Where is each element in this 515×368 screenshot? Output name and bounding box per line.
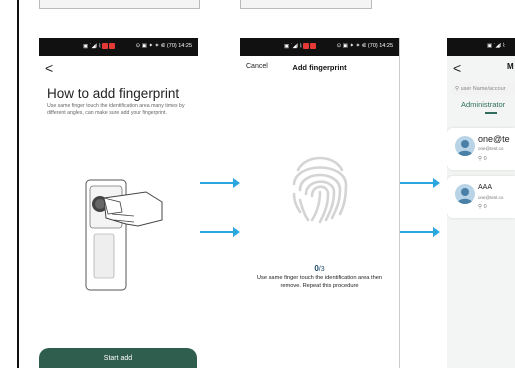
user-email: one@test.co [478,195,504,200]
status-bar: ▣ ˙◢l ⌇ ⊙ ▣ ✦ ✶ ⋐ (70) 14:25 [39,38,198,56]
tab-underline [485,112,497,114]
page-title-partial: M [507,62,514,71]
fingerprint-counter: 0/3 [240,264,399,273]
phone-screen-user-list: ▣ ˙◢l ⌇ < M ⚲ user Name/accour Administr… [447,38,515,368]
user-card[interactable]: one@te one@test.co ⚲ 0 [447,128,515,170]
arrow-right-icon [200,178,240,188]
user-card[interactable]: AAA one@test.co ⚲ 0 [447,176,515,218]
user-name: AAA [478,184,493,191]
avatar [455,136,475,156]
top-card-1 [39,0,200,9]
top-card-2 [240,0,372,9]
counter-total: /3 [318,266,325,273]
avatar [455,184,475,204]
phone-screen-how-to: ▣ ˙◢l ⌇ ⊙ ▣ ✦ ✶ ⋐ (70) 14:25 < How to ad… [39,38,198,368]
status-bar-signal-icons: ▣ ˙◢l ⌇ [487,43,506,49]
search-placeholder: user Name/accour [460,86,506,92]
page-description: Use same finger touch the identification… [47,103,185,116]
status-bar-right-icons: ⊙ ▣ ✦ ✶ ⋐ (70) 14:25 [336,43,393,49]
key-icon: ⚲ [478,204,483,210]
start-add-button[interactable]: Start add [39,348,197,368]
page-title: Add fingerprint [292,63,347,72]
key-icon: ⚲ [478,156,483,162]
status-bar-signal-icons: ▣ ˙◢l ⌇ [83,43,116,49]
arrow-right-icon [400,178,440,188]
search-input[interactable]: ⚲ user Name/accour [451,83,515,95]
user-fingerprint-count: ⚲ 0 [478,204,487,210]
user-fingerprint-count: ⚲ 0 [478,156,487,162]
user-name: one@te [478,134,510,144]
tab-administrator[interactable]: Administrator [461,100,505,109]
back-button[interactable]: < [45,61,53,75]
door-lock-illustration [85,179,163,291]
fingerprint-icon [292,156,348,224]
status-bar: ▣ ˙◢l ⌇ ⊙ ▣ ✦ ✶ ⋐ (70) 14:25 [240,38,399,56]
user-email: one@test.co [478,146,504,151]
arrow-right-icon [400,227,440,237]
status-bar: ▣ ˙◢l ⌇ [447,38,515,56]
page-title: How to add fingerprint [47,86,180,101]
status-bar-right-icons: ⊙ ▣ ✦ ✶ ⋐ (70) 14:25 [135,43,192,49]
status-bar-signal-icons: ▣ ˙◢l ⌇ [284,43,317,49]
back-button[interactable]: < [453,61,461,75]
left-border-line [17,0,19,368]
instruction-text: Use same finger touch the identification… [256,275,383,289]
arrow-right-icon [200,227,240,237]
phone-screen-add-fingerprint: ▣ ˙◢l ⌇ ⊙ ▣ ✦ ✶ ⋐ (70) 14:25 Cancel Add … [240,38,400,368]
